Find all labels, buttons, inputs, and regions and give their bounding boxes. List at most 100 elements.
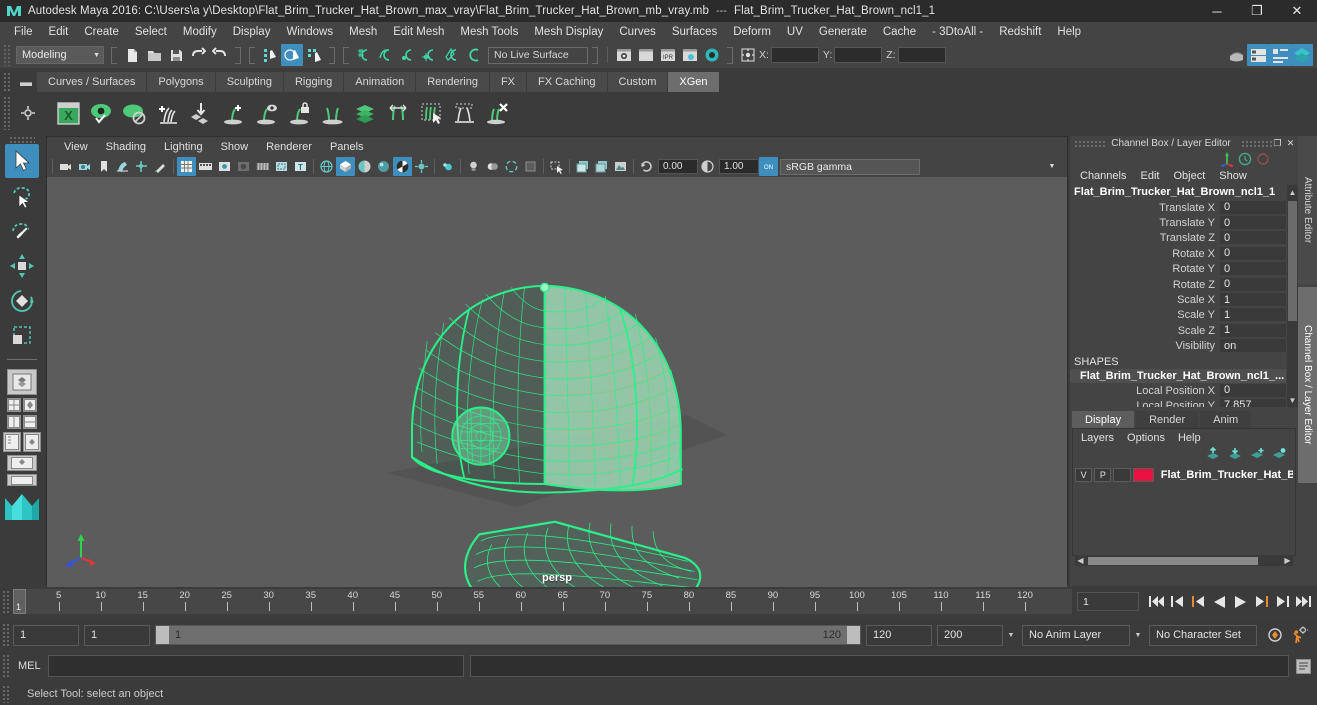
camera-attributes-icon[interactable] — [56, 157, 75, 176]
select-by-object-icon[interactable] — [281, 44, 303, 66]
move-tool[interactable] — [5, 249, 39, 283]
viewport-menu-lighting[interactable]: Lighting — [155, 140, 212, 154]
viewport-menu-renderer[interactable]: Renderer — [257, 140, 321, 154]
input-output-connections-icon[interactable] — [737, 44, 759, 66]
play-forwards-icon[interactable] — [1230, 592, 1250, 612]
channel-value[interactable]: 1 — [1220, 323, 1286, 338]
channel-value[interactable]: 1 — [1220, 308, 1286, 323]
smooth-shading-icon[interactable] — [336, 157, 355, 176]
channel-row-local-position-x[interactable]: Local Position X 0 — [1070, 383, 1286, 398]
menu-uv[interactable]: UV — [779, 24, 811, 40]
channel-box-menu-show[interactable]: Show — [1219, 170, 1247, 182]
panel-close-icon[interactable]: ✕ — [1285, 138, 1296, 149]
shelf-settings-icon[interactable] — [12, 97, 44, 129]
anim-layer-dropdown[interactable]: No Anim Layer — [1022, 624, 1130, 646]
viewport-snapshot-copy-icon[interactable] — [592, 157, 611, 176]
range-grip[interactable] — [2, 623, 11, 647]
render-sequence-icon[interactable] — [635, 44, 657, 66]
show-hide-editors-icon[interactable] — [1225, 44, 1247, 66]
xgen-delete-guides-icon[interactable] — [481, 97, 513, 129]
hscroll-thumb[interactable] — [1088, 556, 1258, 565]
channel-row-rotate-z[interactable]: Rotate Z 0 — [1070, 277, 1286, 292]
isolate-select-icon[interactable] — [547, 157, 566, 176]
shelf-tab-sculpting[interactable]: Sculpting — [215, 72, 284, 92]
playback-options-chevron-icon[interactable]: ▼ — [1003, 625, 1019, 646]
layer-tab-anim[interactable]: Anim — [1200, 411, 1252, 428]
shadows-icon[interactable] — [502, 157, 521, 176]
shelf-tab-rigging[interactable]: Rigging — [283, 72, 345, 92]
xgen-lock-guide-icon[interactable] — [283, 97, 315, 129]
xgen-add-guide-icon[interactable] — [217, 97, 249, 129]
shelf-tab-fx[interactable]: FX — [489, 72, 528, 92]
scroll-down-icon[interactable]: ▼ — [1287, 393, 1298, 407]
shelf-tab-curves-surfaces[interactable]: Curves / Surfaces — [37, 72, 148, 92]
channel-value[interactable]: 0 — [1220, 231, 1286, 246]
time-slider[interactable]: 1 5 10 15 20 25 30 35 40 45 50 55 60 65 70 75 80 85 90 95 1… — [13, 589, 1072, 614]
gamma-reset-icon[interactable] — [698, 157, 717, 176]
shelf-grip[interactable] — [3, 72, 12, 92]
outliner-persp-layout[interactable] — [23, 398, 37, 412]
channel-value[interactable]: 7.857 — [1220, 398, 1286, 407]
layer-menu-help[interactable]: Help — [1178, 432, 1201, 444]
range-start-handle[interactable] — [156, 626, 169, 644]
menu-edit[interactable]: Edit — [41, 24, 77, 40]
grid-toggle-icon[interactable] — [177, 157, 196, 176]
character-set-dropdown[interactable]: No Character Set — [1149, 624, 1257, 646]
viewport-menu-shading[interactable]: Shading — [97, 140, 155, 154]
xgen-preview-icon[interactable] — [85, 97, 117, 129]
coord-z-field[interactable] — [897, 47, 946, 63]
viewport-3d-canvas[interactable]: persp — [47, 177, 1067, 587]
menu-surfaces[interactable]: Surfaces — [664, 24, 725, 40]
text-overlay-icon[interactable]: T — [291, 157, 310, 176]
layer-type-toggle[interactable] — [1113, 468, 1131, 482]
menu-create[interactable]: Create — [76, 24, 127, 40]
menu-3dtoall[interactable]: - 3DtoAll - — [924, 24, 991, 40]
viewport-camera-icon[interactable] — [611, 157, 630, 176]
tool-settings-toggle-icon[interactable] — [1269, 44, 1291, 66]
channel-box-menu-channels[interactable]: Channels — [1080, 170, 1126, 182]
menu-mesh[interactable]: Mesh — [341, 24, 385, 40]
channel-row-rotate-y[interactable]: Rotate Y 0 — [1070, 262, 1286, 277]
move-layer-up-icon[interactable] — [1206, 446, 1221, 463]
undo-icon[interactable] — [187, 44, 209, 66]
persp-only-layout[interactable] — [23, 432, 41, 452]
channel-row-local-position-y[interactable]: Local Position Y 7.857 — [1070, 398, 1286, 407]
live-surface-field[interactable]: No Live Surface — [488, 46, 588, 64]
layer-row[interactable]: V P Flat_Brim_Trucker_Hat_Br — [1075, 467, 1293, 483]
xgen-select-guides-icon[interactable] — [415, 97, 447, 129]
render-settings-icon[interactable] — [679, 44, 701, 66]
channel-value[interactable]: 0 — [1220, 216, 1286, 231]
time-slider-grip[interactable] — [2, 589, 11, 614]
menu-help[interactable]: Help — [1049, 24, 1089, 40]
channel-row-rotate-x[interactable]: Rotate X 0 — [1070, 246, 1286, 261]
screen-space-ao-icon[interactable] — [521, 157, 540, 176]
command-language-label[interactable]: MEL — [18, 660, 41, 672]
range-end-handle[interactable] — [847, 626, 860, 644]
film-origin-icon[interactable] — [253, 157, 272, 176]
menuset-selector[interactable]: Modeling ▼ — [16, 46, 104, 64]
channel-value[interactable]: 0 — [1220, 277, 1286, 292]
channel-box-body[interactable]: Flat_Brim_Trucker_Hat_Brown_ncl1_1 Trans… — [1070, 185, 1298, 407]
menu-deform[interactable]: Deform — [725, 24, 779, 40]
minimize-button[interactable]: ─ — [1197, 0, 1237, 22]
make-live-icon[interactable] — [463, 44, 485, 66]
channel-value[interactable]: 1 — [1220, 293, 1286, 308]
scroll-left-icon[interactable]: ◀ — [1075, 556, 1086, 565]
coord-y-field[interactable] — [834, 47, 883, 63]
image-plane-icon[interactable] — [113, 157, 132, 176]
move-layer-down-icon[interactable] — [1228, 447, 1243, 463]
go-to-start-icon[interactable] — [1146, 592, 1166, 612]
rotate-tool[interactable] — [5, 284, 39, 318]
shelf-tab-xgen[interactable]: XGen — [668, 72, 720, 92]
shelf-tab-rendering[interactable]: Rendering — [416, 72, 490, 92]
go-to-end-icon[interactable] — [1293, 592, 1313, 612]
side-tab-attribute-editor[interactable]: Attribute Editor — [1298, 136, 1317, 284]
snap-to-curve-icon[interactable] — [375, 44, 397, 66]
chevron-down-icon[interactable]: ▼ — [1043, 159, 1061, 175]
exposure-field[interactable]: 0.00 — [658, 159, 698, 174]
select-by-hierarchy-icon[interactable] — [259, 44, 281, 66]
panel-grip[interactable] — [1074, 139, 1106, 147]
channel-row-scale-y[interactable]: Scale Y 1 — [1070, 308, 1286, 323]
channel-value[interactable]: on — [1220, 339, 1286, 354]
outliner-layout[interactable] — [3, 432, 21, 452]
